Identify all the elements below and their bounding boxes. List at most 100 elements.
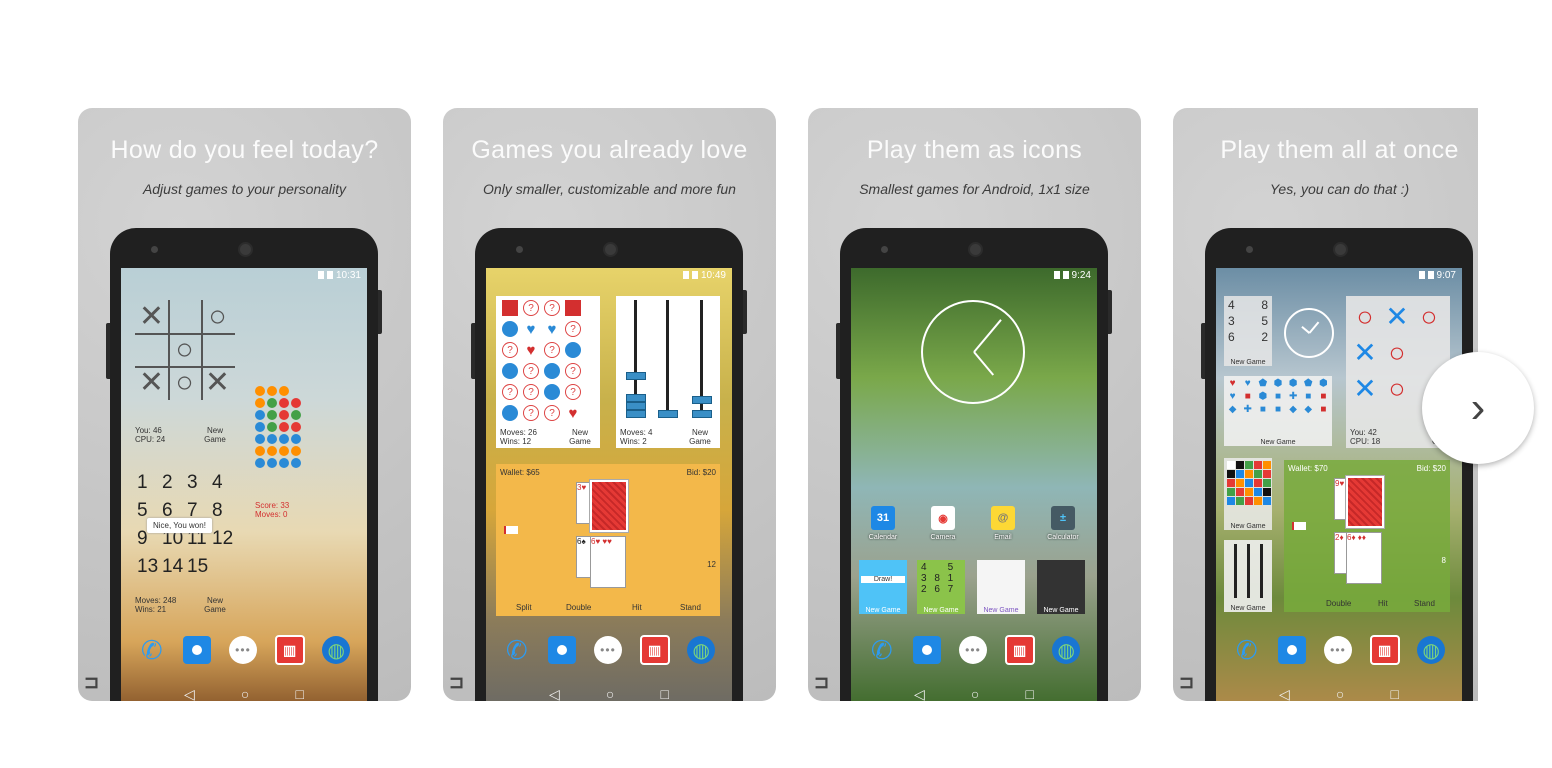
- new-game-label[interactable]: New Game: [1037, 607, 1085, 614]
- double-button[interactable]: Double: [566, 603, 591, 612]
- new-game-label[interactable]: New Game: [1224, 359, 1272, 366]
- abacus-bead[interactable]: [692, 410, 712, 418]
- abacus-bead[interactable]: [626, 372, 646, 380]
- o-mark-icon[interactable]: ○: [168, 366, 201, 399]
- recents-icon[interactable]: □: [660, 686, 668, 701]
- phone-icon[interactable]: ✆: [138, 635, 166, 665]
- contacts-icon[interactable]: [183, 636, 212, 664]
- puzzle-tile[interactable]: 4: [212, 472, 237, 494]
- memory-game-widget[interactable]: ? ? ♥ ♥ ? ? ♥ ? ? ? ? ? ? ? ? ♥ Moves: 2…: [496, 296, 600, 448]
- globe-icon[interactable]: ◍: [1052, 636, 1081, 664]
- color-lines-icon-widget[interactable]: New Game: [1037, 560, 1085, 614]
- number-puzzle-icon-widget[interactable]: 4 5 381 267 New Game: [917, 560, 965, 614]
- question-card-icon[interactable]: ?: [565, 363, 581, 379]
- red-square-icon[interactable]: [565, 300, 581, 316]
- new-game-label[interactable]: New Game: [859, 607, 907, 614]
- red-heart-icon[interactable]: ♥: [523, 342, 539, 359]
- blue-pentagon-icon[interactable]: [502, 363, 518, 379]
- home-icon[interactable]: ○: [971, 686, 979, 701]
- question-card-icon[interactable]: ?: [544, 405, 560, 421]
- stand-button[interactable]: Stand: [1414, 599, 1435, 608]
- blue-hexagon-icon[interactable]: [502, 405, 518, 421]
- question-card-icon[interactable]: ?: [502, 342, 518, 358]
- stats-icon[interactable]: ▥: [1004, 635, 1035, 665]
- o-mark-icon[interactable]: ○: [1350, 300, 1380, 334]
- screenshot-card-1[interactable]: How do you feel today? Adjust games to y…: [78, 108, 411, 701]
- screenshot-card-3[interactable]: Play them as icons Smallest games for An…: [808, 108, 1141, 701]
- blackjack-widget[interactable]: Wallet: $65 Bid: $20 3♥ 6♠ 6♥ ♥♥ 12 Spli…: [496, 464, 720, 616]
- apps-icon[interactable]: •••: [228, 636, 257, 664]
- abacus-bead[interactable]: [658, 410, 678, 418]
- question-card-icon[interactable]: ?: [544, 342, 560, 358]
- puzzle-tile[interactable]: 12: [212, 528, 237, 550]
- screenshot-card-2[interactable]: Games you already love Only smaller, cus…: [443, 108, 776, 701]
- abacus-bead[interactable]: [692, 396, 712, 404]
- puzzle-tile[interactable]: 14: [162, 556, 187, 578]
- apps-icon[interactable]: •••: [1323, 636, 1352, 664]
- new-game-label[interactable]: New Game: [1224, 605, 1272, 612]
- puzzle-tile[interactable]: 3: [187, 472, 212, 494]
- email-icon[interactable]: @: [991, 506, 1015, 530]
- color-grid-widget[interactable]: New Game: [1224, 458, 1272, 530]
- new-game-label[interactable]: New Game: [977, 607, 1025, 614]
- blue-diamond-icon[interactable]: [544, 363, 560, 379]
- o-mark-icon[interactable]: ○: [1382, 336, 1412, 370]
- color-lines-widget[interactable]: [255, 386, 301, 468]
- clock-widget[interactable]: [921, 300, 1025, 404]
- x-mark-icon[interactable]: ✕: [1382, 300, 1412, 334]
- contacts-icon[interactable]: [548, 636, 577, 664]
- home-icon[interactable]: ○: [606, 686, 614, 701]
- abacus-bead[interactable]: [626, 410, 646, 418]
- contacts-icon[interactable]: [913, 636, 942, 664]
- calendar-icon[interactable]: 31: [871, 506, 895, 530]
- calculator-icon[interactable]: ±: [1051, 506, 1075, 530]
- globe-icon[interactable]: ◍: [1417, 636, 1446, 664]
- blue-diamond-icon[interactable]: [544, 384, 560, 400]
- ttt-new-game-button[interactable]: New Game: [201, 426, 229, 444]
- blue-pentagon-icon[interactable]: [565, 342, 581, 358]
- puzzle-new-game-button[interactable]: New Game: [201, 596, 229, 614]
- split-button[interactable]: Split: [516, 603, 532, 612]
- blackjack-widget[interactable]: Wallet: $70 Bid: $20 9♥ 2♦ 6♦ ♦♦ 8 Doubl…: [1284, 460, 1450, 612]
- memory-game-widget[interactable]: ♥ ♥ ⬟ ⬢ ⬢ ⬟ ⬢ ♥ ■ ⬢ ■ ✚ ■ ■ ◆ ✚ ■ ■ ◆ ◆ ■ New Game: [1224, 376, 1332, 446]
- number-puzzle-widget[interactable]: 4 8 3 5 6 2 New Game: [1224, 296, 1272, 366]
- double-button[interactable]: Double: [1326, 599, 1351, 608]
- back-icon[interactable]: ◁: [914, 686, 925, 702]
- memory-new-game-button[interactable]: New Game: [566, 428, 594, 446]
- camera-icon[interactable]: ◉: [931, 506, 955, 530]
- abacus-bead[interactable]: [626, 394, 646, 402]
- stats-icon[interactable]: ▥: [1369, 635, 1400, 665]
- recents-icon[interactable]: □: [1025, 686, 1033, 701]
- red-heart-icon[interactable]: ♥: [565, 405, 581, 422]
- hit-button[interactable]: Hit: [1378, 599, 1388, 608]
- home-icon[interactable]: ○: [241, 686, 249, 701]
- contacts-icon[interactable]: [1278, 636, 1307, 664]
- phone-icon[interactable]: ✆: [868, 635, 896, 665]
- abacus-widget[interactable]: Moves: 4 Wins: 2 New Game: [616, 296, 720, 448]
- new-game-label[interactable]: New Game: [1224, 523, 1272, 530]
- question-card-icon[interactable]: ?: [523, 384, 539, 400]
- question-card-icon[interactable]: ?: [565, 384, 581, 400]
- x-mark-icon[interactable]: ✕: [135, 300, 168, 333]
- back-icon[interactable]: ◁: [549, 686, 560, 702]
- recents-icon[interactable]: □: [1390, 686, 1398, 701]
- question-card-icon[interactable]: ?: [523, 405, 539, 421]
- tic-tac-toe-icon-widget[interactable]: Draw! New Game: [859, 560, 907, 614]
- puzzle-tile[interactable]: 15: [187, 556, 212, 578]
- chevron-right-icon[interactable]: ›: [1471, 383, 1486, 433]
- x-mark-icon[interactable]: ✕: [1350, 336, 1380, 370]
- question-card-icon[interactable]: ?: [544, 300, 560, 316]
- next-screenshot-button[interactable]: ›: [1422, 352, 1534, 464]
- puzzle-tile[interactable]: 1: [137, 472, 162, 494]
- abacus-widget[interactable]: New Game: [1224, 540, 1272, 612]
- o-mark-icon[interactable]: ○: [1382, 372, 1412, 406]
- recents-icon[interactable]: □: [295, 686, 303, 701]
- apps-icon[interactable]: •••: [958, 636, 987, 664]
- back-icon[interactable]: ◁: [1279, 686, 1290, 702]
- blue-hexagon-icon[interactable]: [502, 321, 518, 337]
- stats-icon[interactable]: ▥: [274, 635, 305, 665]
- new-game-label[interactable]: New Game: [1224, 439, 1332, 446]
- question-card-icon[interactable]: ?: [523, 363, 539, 379]
- o-mark-icon[interactable]: ○: [1414, 300, 1444, 334]
- question-card-icon[interactable]: ?: [523, 300, 539, 316]
